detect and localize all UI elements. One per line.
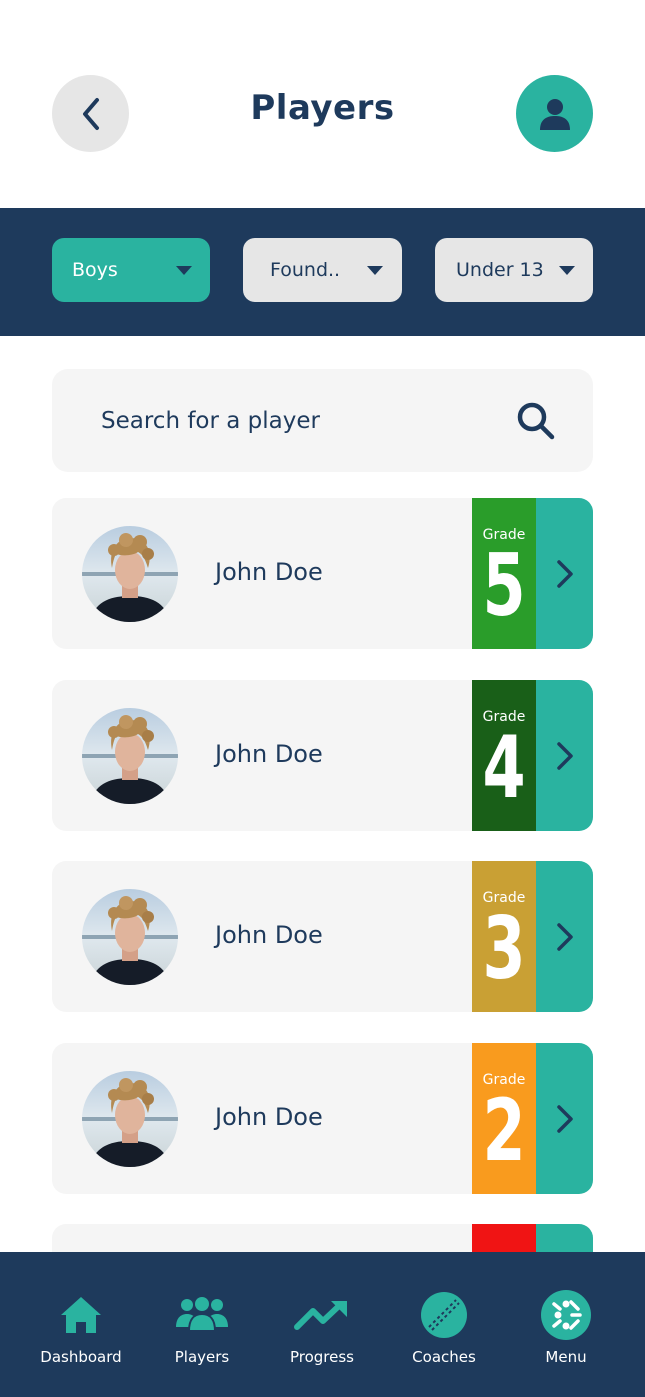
nav-label: Progress (289, 1348, 354, 1366)
open-player-button[interactable] (536, 498, 593, 649)
grade-badge: Grade 4 (472, 680, 536, 831)
player-name: John Doe (215, 740, 323, 768)
chevron-right-icon (556, 1104, 573, 1133)
caret-down-icon (176, 265, 192, 275)
chevron-right-icon (556, 922, 573, 951)
profile-button[interactable] (516, 75, 593, 152)
open-player-button[interactable] (536, 680, 593, 831)
nav-label: Dashboard (40, 1348, 122, 1366)
avatar (82, 526, 178, 622)
grade-badge: Grade 5 (472, 498, 536, 649)
level-filter-dropdown[interactable]: Found.. (243, 238, 402, 302)
user-icon (539, 98, 570, 130)
age-filter-label: Under 13 (456, 259, 544, 281)
open-player-button[interactable] (536, 1043, 593, 1194)
caret-down-icon (559, 265, 575, 275)
group-icon (176, 1297, 228, 1332)
avatar (82, 1071, 178, 1167)
player-card[interactable]: John Doe Grade 3 (52, 861, 593, 1012)
filter-bar: Boys Found.. Under 13 (0, 208, 645, 336)
chevron-right-icon (556, 741, 573, 770)
age-filter-dropdown[interactable]: Under 13 (435, 238, 593, 302)
nav-label: Players (174, 1348, 230, 1366)
nav-item-players[interactable]: Players (142, 1252, 262, 1397)
player-card[interactable]: John Doe Grade 2 (52, 1043, 593, 1194)
gender-filter-label: Boys (72, 259, 118, 281)
bottom-nav: Dashboard Players Progress Coaches Menu (0, 1252, 645, 1397)
grade-badge: Grade 3 (472, 861, 536, 1012)
nav-item-dashboard[interactable]: Dashboard (21, 1252, 141, 1397)
search-icon[interactable] (517, 402, 555, 440)
player-name: John Doe (215, 921, 323, 949)
gender-filter-dropdown[interactable]: Boys (52, 238, 210, 302)
grade-number: 2 (482, 1081, 526, 1181)
grade-number: 4 (482, 718, 526, 818)
caret-down-icon (367, 265, 383, 275)
header: Players (0, 0, 645, 208)
grade-badge: Grade 2 (472, 1043, 536, 1194)
level-filter-label: Found.. (270, 259, 341, 281)
player-name: John Doe (215, 558, 323, 586)
avatar (82, 889, 178, 985)
nav-item-coaches[interactable]: Coaches (384, 1252, 504, 1397)
trend-up-icon (294, 1301, 347, 1330)
menu-logo-icon (541, 1290, 591, 1340)
player-card[interactable]: John Doe Grade 5 (52, 498, 593, 649)
nav-label: Menu (545, 1348, 587, 1366)
home-icon (61, 1297, 101, 1333)
grade-number: 3 (482, 899, 526, 999)
player-name: John Doe (215, 1103, 323, 1131)
search-box (52, 369, 593, 472)
nav-label: Coaches (412, 1348, 476, 1366)
nav-item-menu[interactable]: Menu (506, 1252, 626, 1397)
grade-number: 5 (482, 536, 526, 636)
nav-item-progress[interactable]: Progress (262, 1252, 382, 1397)
open-player-button[interactable] (536, 861, 593, 1012)
player-card[interactable]: John Doe Grade 4 (52, 680, 593, 831)
avatar (82, 708, 178, 804)
search-input[interactable] (99, 406, 517, 435)
chevron-right-icon (556, 559, 573, 588)
cricket-ball-icon (421, 1292, 467, 1338)
